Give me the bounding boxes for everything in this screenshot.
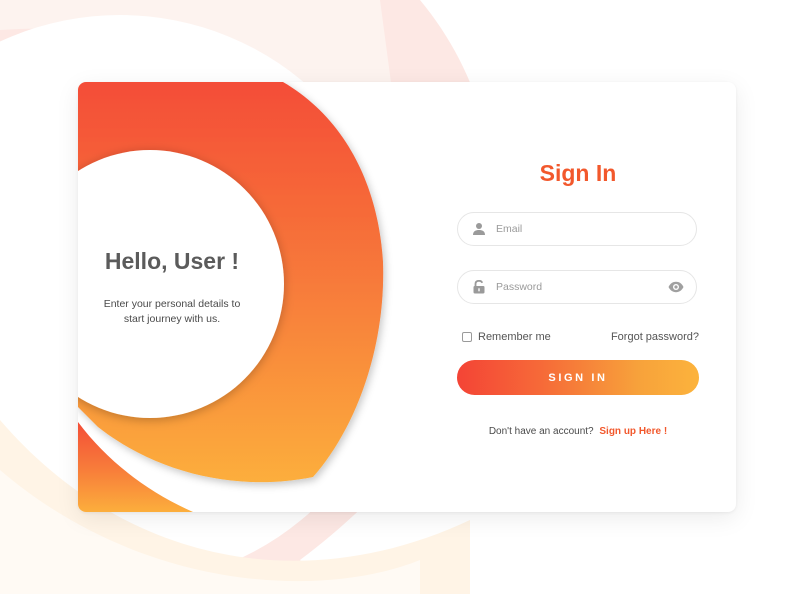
signup-prompt: Don't have an account? Sign up Here ! xyxy=(457,426,699,437)
signup-prompt-text: Don't have an account? xyxy=(488,426,594,437)
lock-icon xyxy=(473,280,485,294)
greeting-subtitle: Enter your personal details to start jou… xyxy=(88,297,256,327)
sign-in-form: Sign In Remember me xyxy=(457,82,699,512)
greeting-title: Hello, User ! xyxy=(104,248,240,274)
form-title: Sign In xyxy=(539,160,617,186)
forgot-password-link[interactable]: Forgot password? xyxy=(611,331,699,343)
remember-me-checkbox[interactable]: Remember me xyxy=(462,331,551,343)
eye-icon[interactable] xyxy=(668,281,684,293)
email-input[interactable] xyxy=(496,220,656,238)
greeting-subtitle-line-2: start journey with us. xyxy=(123,313,221,325)
sign-up-link[interactable]: Sign up Here ! xyxy=(599,426,667,437)
sign-in-button[interactable]: SIGN IN xyxy=(457,360,699,395)
user-icon xyxy=(473,223,485,235)
email-field[interactable] xyxy=(457,212,697,246)
greeting-subtitle-line-1: Enter your personal details to xyxy=(103,298,241,310)
remember-row: Remember me Forgot password? xyxy=(457,331,699,347)
password-field[interactable] xyxy=(457,270,697,304)
login-card: Hello, User ! Enter your personal detail… xyxy=(78,82,736,512)
password-input[interactable] xyxy=(496,278,656,296)
greeting-panel: Hello, User ! Enter your personal detail… xyxy=(78,82,262,512)
remember-me-label: Remember me xyxy=(478,331,551,343)
checkbox-box[interactable] xyxy=(462,332,472,342)
